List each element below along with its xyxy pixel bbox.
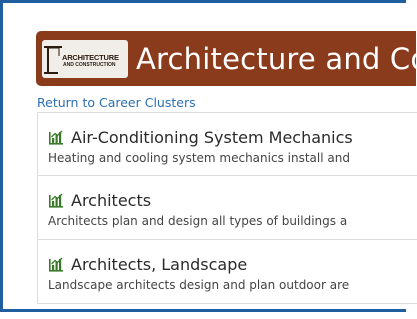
return-to-career-clusters-link[interactable]: Return to Career Clusters [37,95,196,110]
career-title: Air-Conditioning System Mechanics [71,127,353,147]
career-description: Landscape architects design and plan out… [48,278,350,292]
bar-chart-icon [49,193,63,208]
cluster-banner: ARCHITECTURE AND CONSTRUCTION Architectu… [36,31,416,86]
logo-text-main: ARCHITECTURE [62,52,119,62]
logo-text-sub: AND CONSTRUCTION [63,61,116,68]
career-title: Architects [71,190,152,210]
page-title: Architecture and Co [136,41,416,76]
list-item[interactable]: Architects Architects plan and design al… [37,176,417,240]
career-title: Architects, Landscape [71,254,248,274]
bar-chart-icon [49,257,63,272]
cluster-logo: ARCHITECTURE AND CONSTRUCTION [42,39,128,78]
career-description: Architects plan and design all types of … [48,214,348,228]
career-list: Air-Conditioning System Mechanics Heatin… [37,112,417,304]
bar-chart-icon [49,130,63,145]
list-item[interactable]: Architects, Landscape Landscape architec… [37,240,417,304]
list-item[interactable]: Air-Conditioning System Mechanics Heatin… [37,112,417,176]
career-description: Heating and cooling system mechanics ins… [48,151,350,165]
crane-logo-icon [44,45,62,74]
